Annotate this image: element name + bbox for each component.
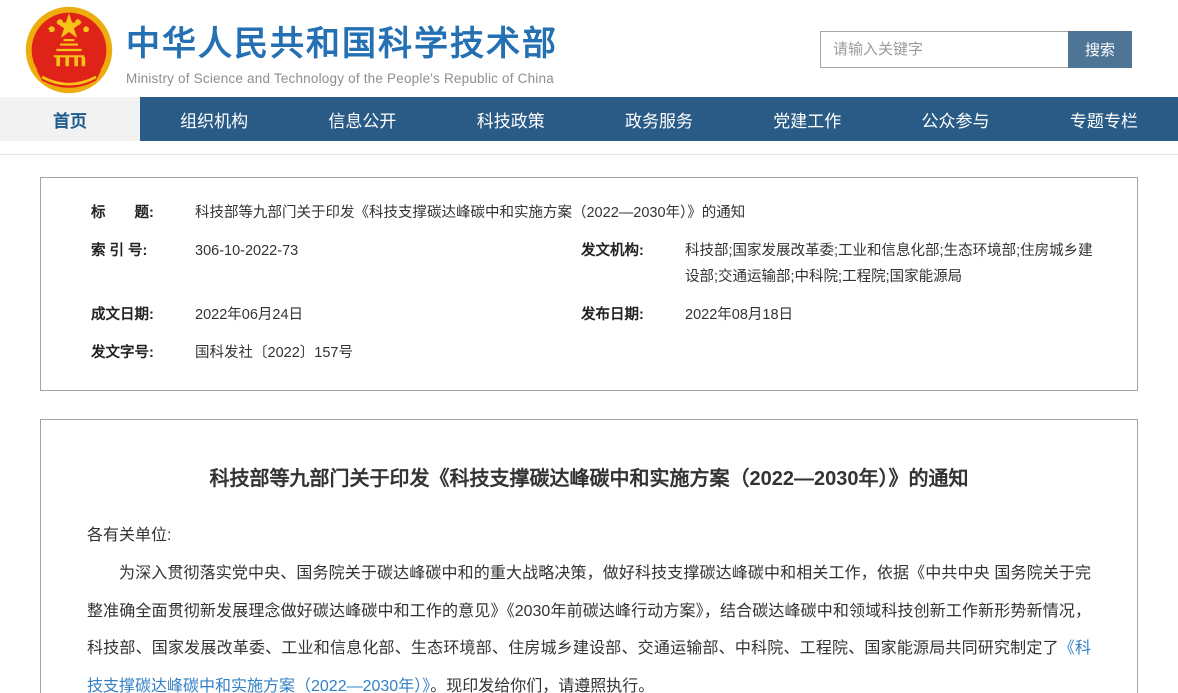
meta-publish-date-value: 2022年08月18日 [685, 296, 1097, 334]
site-header: 中华人民共和国科学技术部 Ministry of Science and Tec… [0, 0, 1178, 97]
article-title: 科技部等九部门关于印发《科技支撑碳达峰碳中和实施方案（2022—2030年）》的… [87, 462, 1091, 491]
article-paragraph: 为深入贯彻落实党中央、国务院关于碳达峰碳中和的重大战略决策，做好科技支撑碳达峰碳… [87, 555, 1091, 693]
article-box: 科技部等九部门关于印发《科技支撑碳达峰碳中和实施方案（2022—2030年）》的… [40, 419, 1138, 693]
meta-doc-number-label: 发文字号: [91, 334, 195, 372]
meta-title-label: 标 题: [91, 194, 195, 232]
site-subtitle: Ministry of Science and Technology of th… [126, 71, 558, 86]
article-salutation: 各有关单位: [87, 521, 1091, 545]
search-input[interactable] [820, 31, 1068, 68]
site-title: 中华人民共和国科学技术部 [126, 16, 558, 65]
meta-doc-number-value: 国科发社〔2022〕157号 [195, 334, 1097, 372]
meta-written-date-label: 成文日期: [91, 296, 195, 334]
nav-item-party-building[interactable]: 党建工作 [733, 97, 881, 141]
meta-index-label: 索 引 号: [91, 232, 195, 296]
meta-title-value: 科技部等九部门关于印发《科技支撑碳达峰碳中和实施方案（2022—2030年）》的… [195, 194, 1097, 232]
meta-issuing-org-label: 发文机构: [581, 232, 685, 296]
meta-written-date-value: 2022年06月24日 [195, 296, 581, 334]
nav-item-gov-services[interactable]: 政务服务 [585, 97, 733, 141]
nav-item-home[interactable]: 首页 [0, 97, 140, 141]
meta-issuing-org-value: 科技部;国家发展改革委;工业和信息化部;生态环境部;住房城乡建设部;交通运输部;… [685, 232, 1097, 296]
meta-index-value: 306-10-2022-73 [195, 232, 581, 296]
nav-item-special-topics[interactable]: 专题专栏 [1030, 97, 1178, 141]
search-button[interactable]: 搜索 [1068, 31, 1132, 68]
search-bar: 搜索 [820, 31, 1132, 68]
nav-item-organization[interactable]: 组织机构 [140, 97, 288, 141]
nav-item-info-disclosure[interactable]: 信息公开 [288, 97, 436, 141]
paragraph-text-before-link: 为深入贯彻落实党中央、国务院关于碳达峰碳中和的重大战略决策，做好科技支撑碳达峰碳… [87, 565, 1091, 657]
national-emblem-icon[interactable] [24, 5, 114, 95]
nav-item-public-participation[interactable]: 公众参与 [881, 97, 1029, 141]
site-brand[interactable]: 中华人民共和国科学技术部 Ministry of Science and Tec… [126, 16, 558, 86]
main-nav: 首页 组织机构 信息公开 科技政策 政务服务 党建工作 公众参与 专题专栏 [0, 97, 1178, 141]
document-meta-box: 标 题: 科技部等九部门关于印发《科技支撑碳达峰碳中和实施方案（2022—203… [40, 177, 1138, 391]
meta-publish-date-label: 发布日期: [581, 296, 685, 334]
nav-item-sci-tech-policy[interactable]: 科技政策 [437, 97, 585, 141]
paragraph-text-after-link: 。现印发给你们，请遵照执行。 [430, 678, 654, 693]
document-meta-table: 标 题: 科技部等九部门关于印发《科技支撑碳达峰碳中和实施方案（2022—203… [91, 194, 1097, 372]
header-divider [0, 141, 1178, 155]
